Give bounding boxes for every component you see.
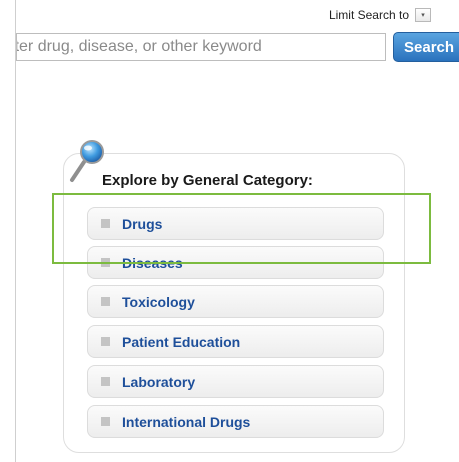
search-button[interactable]: Search	[393, 32, 459, 62]
square-bullet-icon	[101, 258, 110, 267]
square-bullet-icon	[101, 219, 110, 228]
square-bullet-icon	[101, 297, 110, 306]
panel-title: Explore by General Category:	[102, 172, 313, 189]
category-item-laboratory[interactable]: Laboratory	[87, 365, 384, 398]
category-label: Laboratory	[122, 373, 196, 390]
category-item-international-drugs[interactable]: International Drugs	[87, 405, 384, 438]
page-frame: Limit Search to ▾ Search Explore by Gene…	[0, 0, 459, 462]
category-item-diseases[interactable]: Diseases	[87, 246, 384, 279]
category-item-patient-education[interactable]: Patient Education	[87, 325, 384, 358]
category-label: Patient Education	[122, 333, 241, 350]
square-bullet-icon	[101, 417, 110, 426]
category-label: Toxicology	[122, 293, 195, 310]
limit-search-dropdown[interactable]: ▾	[415, 8, 431, 22]
left-divider	[15, 0, 16, 462]
category-item-toxicology[interactable]: Toxicology	[87, 285, 384, 318]
search-input[interactable]	[17, 34, 363, 60]
square-bullet-icon	[101, 377, 110, 386]
search-input-wrapper[interactable]	[16, 33, 386, 61]
chevron-down-icon: ▾	[421, 12, 425, 19]
category-label: International Drugs	[122, 413, 251, 430]
limit-search-control[interactable]: Limit Search to ▾	[329, 6, 431, 24]
category-item-drugs[interactable]: Drugs	[87, 207, 384, 240]
limit-search-label: Limit Search to	[328, 8, 409, 22]
square-bullet-icon	[101, 337, 110, 346]
category-label: Diseases	[122, 254, 183, 271]
category-label: Drugs	[122, 215, 163, 232]
